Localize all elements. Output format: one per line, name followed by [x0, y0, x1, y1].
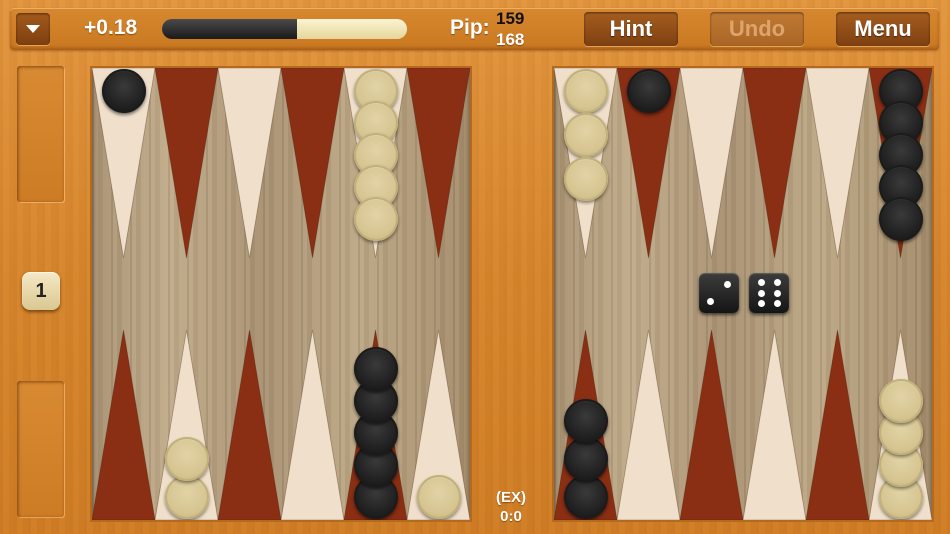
die-pip — [757, 299, 765, 307]
pip-count-white: 168 — [496, 30, 525, 49]
point-triangle[interactable] — [805, 329, 870, 520]
board-right-half[interactable] — [552, 66, 934, 522]
die-pip — [757, 289, 765, 297]
white-checker[interactable] — [878, 379, 923, 423]
white-checker[interactable] — [563, 69, 608, 113]
white-checker[interactable] — [416, 475, 461, 519]
die-2[interactable] — [749, 273, 789, 313]
die-pip — [773, 279, 781, 287]
die-pip — [724, 280, 732, 288]
point-triangle[interactable] — [154, 68, 219, 259]
black-checker[interactable] — [563, 399, 608, 443]
doubling-cube[interactable]: 1 — [22, 272, 60, 310]
point-triangle[interactable] — [217, 68, 282, 259]
point-triangle[interactable] — [406, 68, 470, 259]
black-checker[interactable] — [626, 69, 671, 113]
black-checker[interactable] — [563, 475, 608, 519]
chevron-down-icon[interactable] — [16, 13, 50, 45]
equity-bar — [162, 19, 407, 39]
die-pip — [773, 289, 781, 297]
match-mode: (EX) — [496, 489, 526, 506]
undo-button[interactable]: Undo — [710, 12, 804, 46]
point-triangle[interactable] — [805, 68, 870, 259]
bear-off-tray-top[interactable] — [17, 66, 64, 202]
die-1[interactable] — [699, 273, 739, 313]
board-left-half[interactable] — [90, 66, 472, 522]
point-triangle[interactable] — [679, 329, 744, 520]
white-checker[interactable] — [353, 197, 398, 241]
point-triangle[interactable] — [92, 329, 156, 520]
white-checker[interactable] — [164, 437, 209, 481]
black-checker[interactable] — [563, 437, 608, 481]
point-triangle[interactable] — [217, 329, 282, 520]
black-checker[interactable] — [353, 347, 398, 391]
point-triangle[interactable] — [679, 68, 744, 259]
point-triangles — [554, 68, 932, 520]
white-checker[interactable] — [164, 475, 209, 519]
black-checker[interactable] — [878, 197, 923, 241]
pip-label: Pip: — [450, 16, 490, 39]
point-triangle[interactable] — [616, 329, 681, 520]
menu-button[interactable]: Menu — [836, 12, 930, 46]
equity-bar-fill — [162, 19, 297, 39]
point-triangle[interactable] — [280, 329, 345, 520]
bear-off-tray-bottom[interactable] — [17, 381, 64, 517]
pip-count-black: 159 — [496, 9, 525, 28]
point-triangle[interactable] — [280, 68, 345, 259]
die-pip — [757, 279, 765, 287]
white-checker[interactable] — [563, 113, 608, 157]
white-checker[interactable] — [563, 157, 608, 201]
equity-value: +0.18 — [84, 16, 138, 39]
point-triangle[interactable] — [742, 68, 807, 259]
point-triangles — [92, 68, 470, 520]
point-triangle[interactable] — [742, 329, 807, 520]
hint-button[interactable]: Hint — [584, 12, 678, 46]
match-score: 0:0 — [500, 508, 522, 525]
die-pip — [706, 298, 714, 306]
black-checker[interactable] — [101, 69, 146, 113]
equity-bar-remaining — [296, 19, 407, 39]
die-pip — [773, 299, 781, 307]
